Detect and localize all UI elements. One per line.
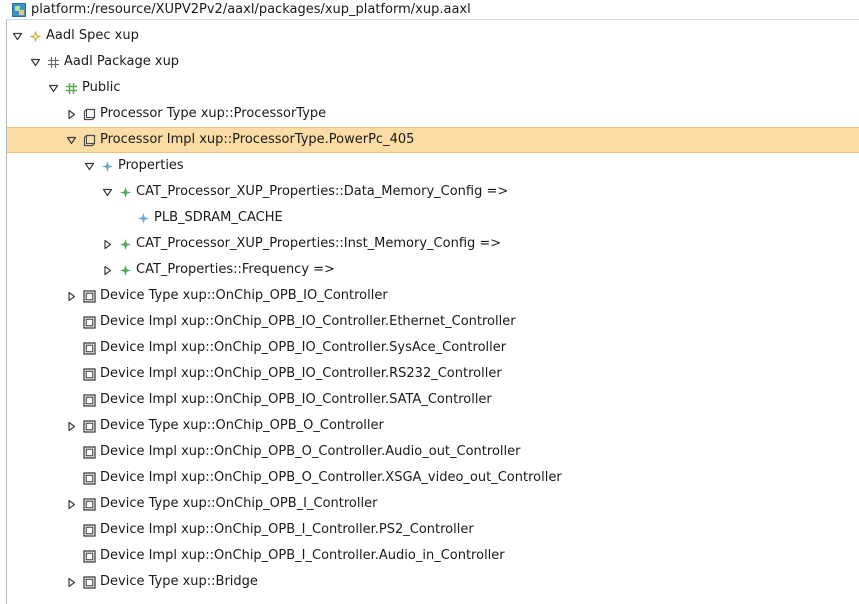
tree-row-device-type-o[interactable]: Device Type xup::OnChip_OPB_O_Controller	[7, 413, 859, 439]
resource-path-title: platform:/resource/XUPV2Pv2/aaxl/package…	[31, 2, 471, 17]
tree-item-label: Processor Type xup::ProcessorType	[100, 106, 327, 121]
tree-row-device-type-io[interactable]: Device Type xup::OnChip_OPB_IO_Controlle…	[7, 283, 859, 309]
device-icon	[82, 367, 96, 381]
expanded-triangle-icon[interactable]	[100, 185, 114, 199]
device-icon	[82, 419, 96, 433]
aadl-outline-tree[interactable]: Aadl Spec xup Aadl Package xup Public Pr…	[7, 20, 859, 604]
public-section-icon	[64, 81, 78, 95]
expanded-triangle-icon[interactable]	[64, 133, 78, 147]
tree-row-plb-sdram-cache[interactable]: PLB_SDRAM_CACHE	[7, 205, 859, 231]
aadl-package-icon	[46, 55, 60, 69]
property-value-icon	[136, 211, 150, 225]
processor-icon	[82, 133, 96, 147]
tree-item-label: CAT_Properties::Frequency =>	[136, 262, 335, 277]
tree-item-label: Device Impl xup::OnChip_OPB_IO_Controlle…	[100, 314, 516, 329]
tree-item-label: Device Type xup::Bridge	[100, 574, 258, 589]
tree-row-device-impl-audio-out[interactable]: Device Impl xup::OnChip_OPB_O_Controller…	[7, 439, 859, 465]
device-icon	[82, 393, 96, 407]
expanded-triangle-icon[interactable]	[28, 55, 42, 69]
tree-item-label: PLB_SDRAM_CACHE	[154, 210, 283, 225]
tree-row-processor-type[interactable]: Processor Type xup::ProcessorType	[7, 101, 859, 127]
tree-item-label: Device Type xup::OnChip_OPB_I_Controller	[100, 496, 378, 511]
tree-item-label: Device Impl xup::OnChip_OPB_I_Controller…	[100, 522, 474, 537]
collapsed-triangle-icon[interactable]	[100, 263, 114, 277]
device-icon	[82, 575, 96, 589]
device-icon	[82, 497, 96, 511]
collapsed-triangle-icon[interactable]	[64, 419, 78, 433]
tree-item-label: Device Impl xup::OnChip_OPB_O_Controller…	[100, 444, 521, 459]
tree-row-device-impl-sysace[interactable]: Device Impl xup::OnChip_OPB_IO_Controlle…	[7, 335, 859, 361]
expanded-triangle-icon[interactable]	[46, 81, 60, 95]
device-icon	[82, 523, 96, 537]
tree-row-device-impl-sata[interactable]: Device Impl xup::OnChip_OPB_IO_Controlle…	[7, 387, 859, 413]
tree-row-inst-memory-config[interactable]: CAT_Processor_XUP_Properties::Inst_Memor…	[7, 231, 859, 257]
tree-row-device-type-bridge[interactable]: Device Type xup::Bridge	[7, 569, 859, 595]
tree-item-label: Device Impl xup::OnChip_OPB_O_Controller…	[100, 470, 562, 485]
device-icon	[82, 289, 96, 303]
tree-row-device-impl-audio-in[interactable]: Device Impl xup::OnChip_OPB_I_Controller…	[7, 543, 859, 569]
tree-item-label: Properties	[118, 158, 184, 173]
expanded-triangle-icon[interactable]	[82, 159, 96, 173]
editor-title-bar: platform:/resource/XUPV2Pv2/aaxl/package…	[6, 0, 859, 20]
tree-item-label: Aadl Package xup	[64, 54, 180, 69]
collapsed-triangle-icon[interactable]	[100, 237, 114, 251]
collapsed-triangle-icon[interactable]	[64, 289, 78, 303]
device-icon	[82, 471, 96, 485]
tree-row-device-impl-ethernet[interactable]: Device Impl xup::OnChip_OPB_IO_Controlle…	[7, 309, 859, 335]
tree-item-label: CAT_Processor_XUP_Properties::Inst_Memor…	[136, 236, 502, 251]
tree-item-label: Device Type xup::OnChip_OPB_IO_Controlle…	[100, 288, 388, 303]
device-icon	[82, 445, 96, 459]
tree-item-label: Device Type xup::OnChip_OPB_O_Controller	[100, 418, 384, 433]
tree-item-label: Public	[82, 80, 121, 95]
tree-item-label: CAT_Processor_XUP_Properties::Data_Memor…	[136, 184, 509, 199]
tree-item-label: Aadl Spec xup	[46, 28, 139, 43]
tree-item-label: Device Impl xup::OnChip_OPB_IO_Controlle…	[100, 340, 507, 355]
property-association-icon	[118, 263, 132, 277]
tree-row-aadl-package[interactable]: Aadl Package xup	[7, 49, 859, 75]
device-icon	[82, 315, 96, 329]
aaxl-file-icon	[12, 2, 26, 17]
expanded-triangle-icon[interactable]	[10, 29, 24, 43]
tree-row-processor-impl-selected[interactable]: Processor Impl xup::ProcessorType.PowerP…	[7, 127, 859, 153]
tree-row-public[interactable]: Public	[7, 75, 859, 101]
aadl-spec-icon	[28, 29, 42, 43]
tree-item-label: Device Impl xup::OnChip_OPB_I_Controller…	[100, 548, 505, 563]
tree-row-device-impl-rs232[interactable]: Device Impl xup::OnChip_OPB_IO_Controlle…	[7, 361, 859, 387]
tree-row-frequency[interactable]: CAT_Properties::Frequency =>	[7, 257, 859, 283]
tree-item-label: Device Impl xup::OnChip_OPB_IO_Controlle…	[100, 366, 502, 381]
tree-row-device-impl-xsga[interactable]: Device Impl xup::OnChip_OPB_O_Controller…	[7, 465, 859, 491]
device-icon	[82, 549, 96, 563]
tree-item-label: Device Impl xup::OnChip_OPB_IO_Controlle…	[100, 392, 492, 407]
property-association-icon	[118, 185, 132, 199]
device-icon	[82, 341, 96, 355]
collapsed-triangle-icon[interactable]	[64, 497, 78, 511]
tree-row-aadl-spec[interactable]: Aadl Spec xup	[7, 23, 859, 49]
tree-item-label: Processor Impl xup::ProcessorType.PowerP…	[100, 132, 415, 147]
collapsed-triangle-icon[interactable]	[64, 107, 78, 121]
tree-row-data-memory-config[interactable]: CAT_Processor_XUP_Properties::Data_Memor…	[7, 179, 859, 205]
processor-icon	[82, 107, 96, 121]
collapsed-triangle-icon[interactable]	[64, 575, 78, 589]
tree-row-device-impl-ps2[interactable]: Device Impl xup::OnChip_OPB_I_Controller…	[7, 517, 859, 543]
tree-row-device-type-i[interactable]: Device Type xup::OnChip_OPB_I_Controller	[7, 491, 859, 517]
tree-row-properties[interactable]: Properties	[7, 153, 859, 179]
properties-icon	[100, 159, 114, 173]
property-association-icon	[118, 237, 132, 251]
